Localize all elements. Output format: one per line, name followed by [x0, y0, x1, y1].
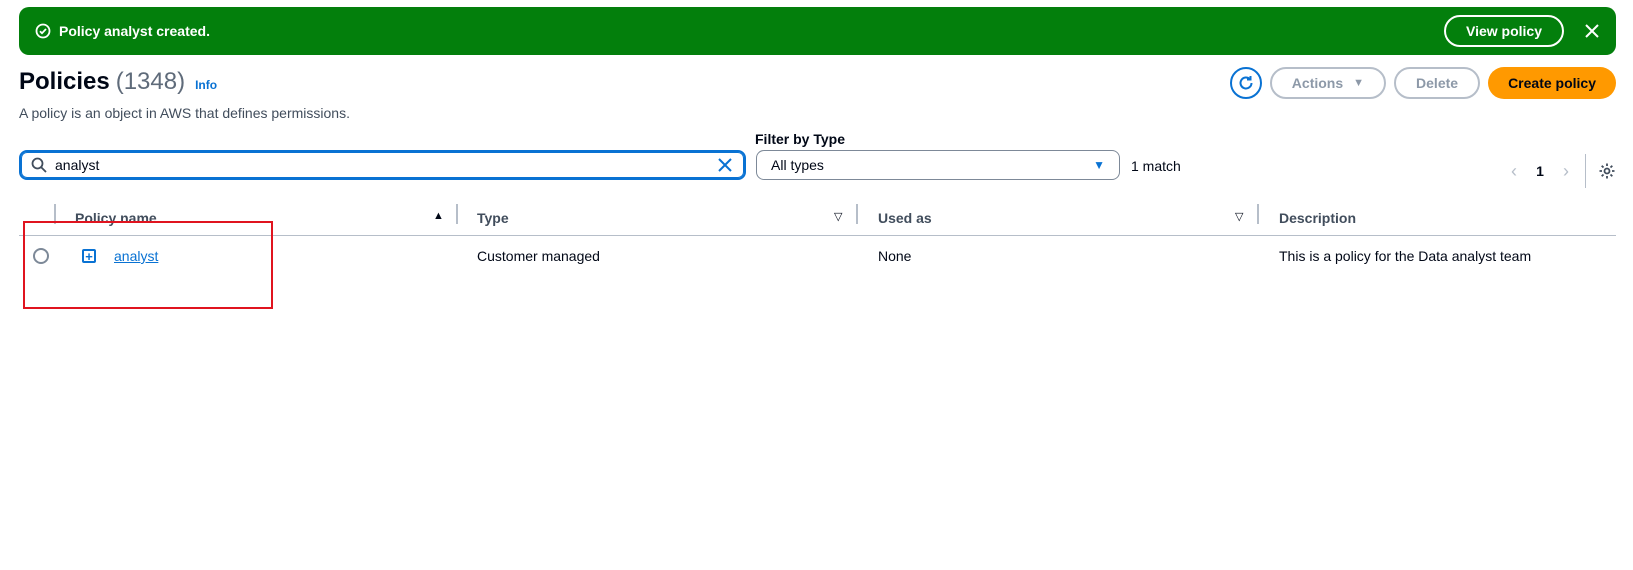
previous-page-icon[interactable]: ‹: [1503, 161, 1525, 182]
used-as-cell: None: [878, 248, 912, 264]
pagination: ‹ 1 ›: [1503, 154, 1616, 188]
sort-icon[interactable]: ▽: [834, 210, 842, 223]
refresh-button[interactable]: [1229, 67, 1262, 99]
sort-ascending-icon[interactable]: ▲: [433, 210, 444, 222]
page-title-text: Policies: [19, 68, 110, 95]
create-policy-button[interactable]: Create policy: [1488, 67, 1616, 99]
search-icon: [31, 157, 47, 173]
page-title: Policies (1348) Info: [19, 68, 217, 96]
policy-count: (1348): [115, 68, 186, 95]
current-page[interactable]: 1: [1525, 163, 1555, 179]
header-actions: Actions ▼ Delete Create policy: [1229, 67, 1616, 99]
pagination-divider: [1585, 154, 1586, 188]
filter-by-type-label: Filter by Type: [755, 131, 845, 147]
success-check-icon: [35, 23, 51, 39]
page-description: A policy is an object in AWS that define…: [19, 105, 350, 121]
column-header-type[interactable]: Type: [477, 210, 509, 226]
actions-button[interactable]: Actions ▼: [1269, 67, 1387, 99]
next-page-icon[interactable]: ›: [1555, 161, 1577, 182]
actions-label: Actions: [1291, 75, 1344, 91]
caret-down-icon: ▼: [1353, 77, 1365, 89]
column-divider[interactable]: [856, 204, 858, 224]
success-flash-banner: Policy analyst created. View policy: [19, 7, 1616, 55]
refresh-icon: [1239, 76, 1253, 90]
highlight-annotation-box: [23, 221, 273, 309]
search-value[interactable]: analyst: [55, 157, 716, 173]
column-header-description[interactable]: Description: [1279, 210, 1356, 226]
description-cell: This is a policy for the Data analyst te…: [1279, 248, 1532, 264]
type-filter-value: All types: [771, 157, 824, 173]
delete-button[interactable]: Delete: [1394, 67, 1481, 99]
column-divider[interactable]: [1257, 204, 1259, 224]
caret-down-icon: ▼: [1093, 158, 1105, 172]
column-divider[interactable]: [456, 204, 458, 224]
view-policy-button[interactable]: View policy: [1444, 15, 1564, 47]
search-input[interactable]: analyst: [19, 150, 746, 180]
policy-type-cell: Customer managed: [477, 248, 600, 264]
flash-message: Policy analyst created.: [59, 23, 210, 39]
close-icon[interactable]: [1582, 21, 1602, 41]
info-link[interactable]: Info: [195, 78, 217, 92]
match-count: 1 match: [1131, 158, 1181, 174]
gear-icon[interactable]: [1598, 162, 1616, 180]
type-filter-select[interactable]: All types ▼: [756, 150, 1120, 180]
sort-icon[interactable]: ▽: [1235, 210, 1243, 223]
clear-search-icon[interactable]: [716, 156, 734, 174]
column-header-used-as[interactable]: Used as: [878, 210, 932, 226]
